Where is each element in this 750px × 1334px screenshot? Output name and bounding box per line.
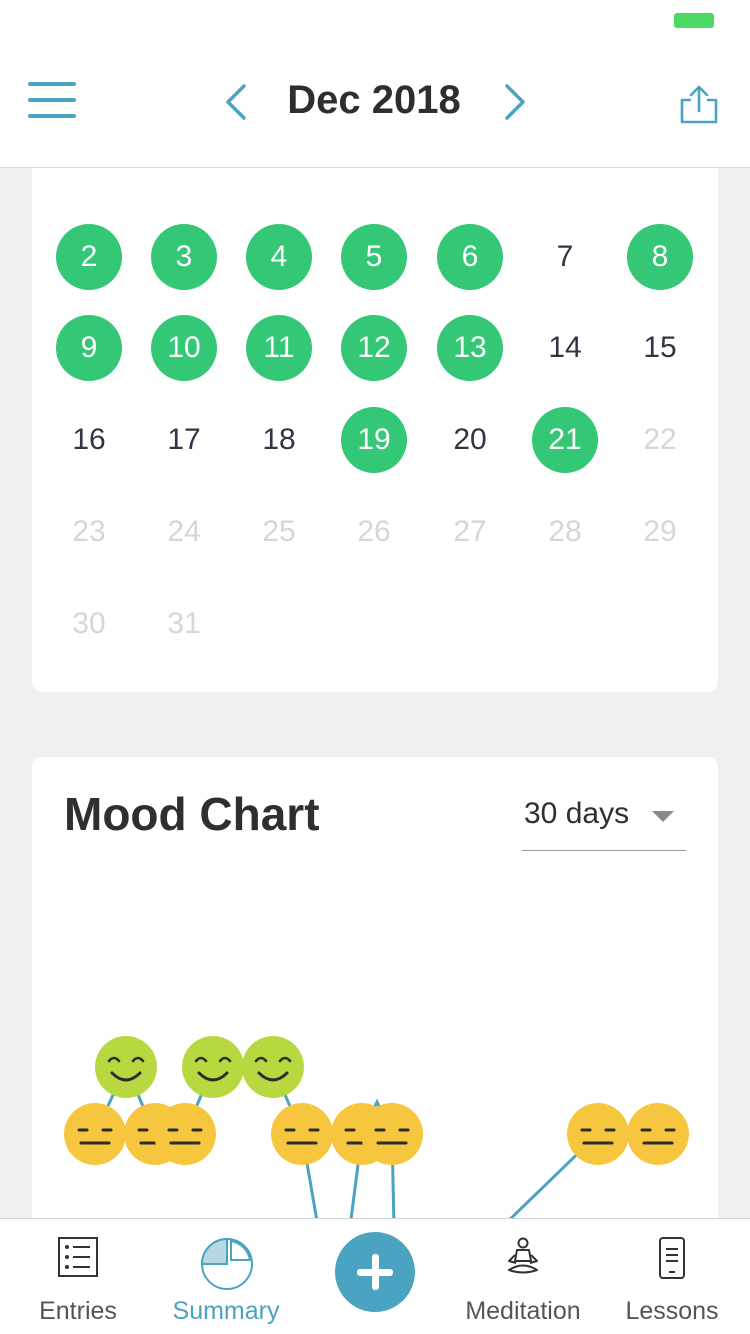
calendar-day[interactable]: 23 xyxy=(56,499,122,565)
calendar-day[interactable]: 13 xyxy=(437,315,503,381)
status-bar xyxy=(0,0,750,40)
list-icon xyxy=(58,1237,98,1277)
battery-icon xyxy=(674,13,714,28)
phone-lessons-icon xyxy=(659,1237,685,1279)
calendar-day[interactable]: 15 xyxy=(627,315,693,381)
smiling-face-icon[interactable] xyxy=(182,1036,244,1098)
calendar-day[interactable]: 18 xyxy=(246,407,312,473)
neutral-face-icon[interactable] xyxy=(64,1103,126,1165)
screen: Dec 2018 2 3 4 5 6 7 8 9 10 11 12 13 14 15 16 17 18 19 20 2… xyxy=(0,0,750,1334)
calendar-day[interactable]: 30 xyxy=(56,591,122,657)
tab-summary-label: Summary xyxy=(172,1297,280,1325)
calendar-day[interactable]: 17 xyxy=(151,407,217,473)
calendar-day[interactable]: 6 xyxy=(437,224,503,290)
smiling-face-icon[interactable] xyxy=(95,1036,157,1098)
neutral-face-icon[interactable] xyxy=(567,1103,629,1165)
tab-meditation-label: Meditation xyxy=(465,1297,581,1325)
month-title: Dec 2018 xyxy=(287,78,461,122)
calendar-day[interactable]: 27 xyxy=(437,499,503,565)
chevron-right-icon[interactable] xyxy=(497,80,533,124)
calendar-day[interactable]: 10 xyxy=(151,315,217,381)
smiling-face-icon[interactable] xyxy=(242,1036,304,1098)
calendar-day[interactable]: 29 xyxy=(627,499,693,565)
calendar-day[interactable]: 2 xyxy=(56,224,122,290)
calendar-day[interactable]: 21 xyxy=(532,407,598,473)
calendar-day[interactable]: 9 xyxy=(56,315,122,381)
add-entry-button[interactable] xyxy=(335,1232,415,1312)
calendar-day[interactable]: 20 xyxy=(437,407,503,473)
share-icon[interactable] xyxy=(678,84,720,126)
calendar-day[interactable]: 12 xyxy=(341,315,407,381)
neutral-face-icon[interactable] xyxy=(271,1103,333,1165)
calendar-day[interactable]: 24 xyxy=(151,499,217,565)
calendar-day[interactable]: 28 xyxy=(532,499,598,565)
hamburger-menu-icon[interactable] xyxy=(28,80,78,120)
calendar-card: 2 3 4 5 6 7 8 9 10 11 12 13 14 15 16 17 18 19 20 21 22 23 24 25… xyxy=(32,150,718,692)
calendar-day[interactable]: 16 xyxy=(56,407,122,473)
top-bar: Dec 2018 xyxy=(0,40,750,168)
tab-lessons[interactable]: Lessons xyxy=(616,1219,728,1334)
tab-entries[interactable]: Entries xyxy=(20,1219,136,1334)
tab-meditation[interactable]: Meditation xyxy=(456,1219,590,1334)
meditation-icon xyxy=(508,1237,538,1274)
calendar-day[interactable]: 22 xyxy=(627,407,693,473)
calendar-day[interactable]: 26 xyxy=(341,499,407,565)
calendar-day[interactable]: 7 xyxy=(532,224,598,290)
calendar-grid: 2 3 4 5 6 7 8 9 10 11 12 13 14 15 16 17 18 19 20 21 22 23 24 25… xyxy=(32,150,718,692)
calendar-day[interactable]: 3 xyxy=(151,224,217,290)
calendar-day[interactable]: 5 xyxy=(341,224,407,290)
calendar-day[interactable]: 25 xyxy=(246,499,312,565)
neutral-face-icon[interactable] xyxy=(154,1103,216,1165)
tab-summary[interactable]: Summary xyxy=(162,1219,290,1334)
neutral-face-icon[interactable] xyxy=(627,1103,689,1165)
pie-chart-icon xyxy=(200,1237,253,1290)
calendar-day[interactable]: 31 xyxy=(151,591,217,657)
neutral-face-icon[interactable] xyxy=(361,1103,423,1165)
chevron-left-icon[interactable] xyxy=(218,80,254,124)
calendar-day[interactable]: 11 xyxy=(246,315,312,381)
tab-entries-label: Entries xyxy=(39,1297,117,1325)
calendar-day[interactable]: 19 xyxy=(341,407,407,473)
calendar-day[interactable]: 14 xyxy=(532,315,598,381)
tab-lessons-label: Lessons xyxy=(625,1297,719,1325)
calendar-day[interactable]: 8 xyxy=(627,224,693,290)
calendar-day[interactable]: 4 xyxy=(246,224,312,290)
